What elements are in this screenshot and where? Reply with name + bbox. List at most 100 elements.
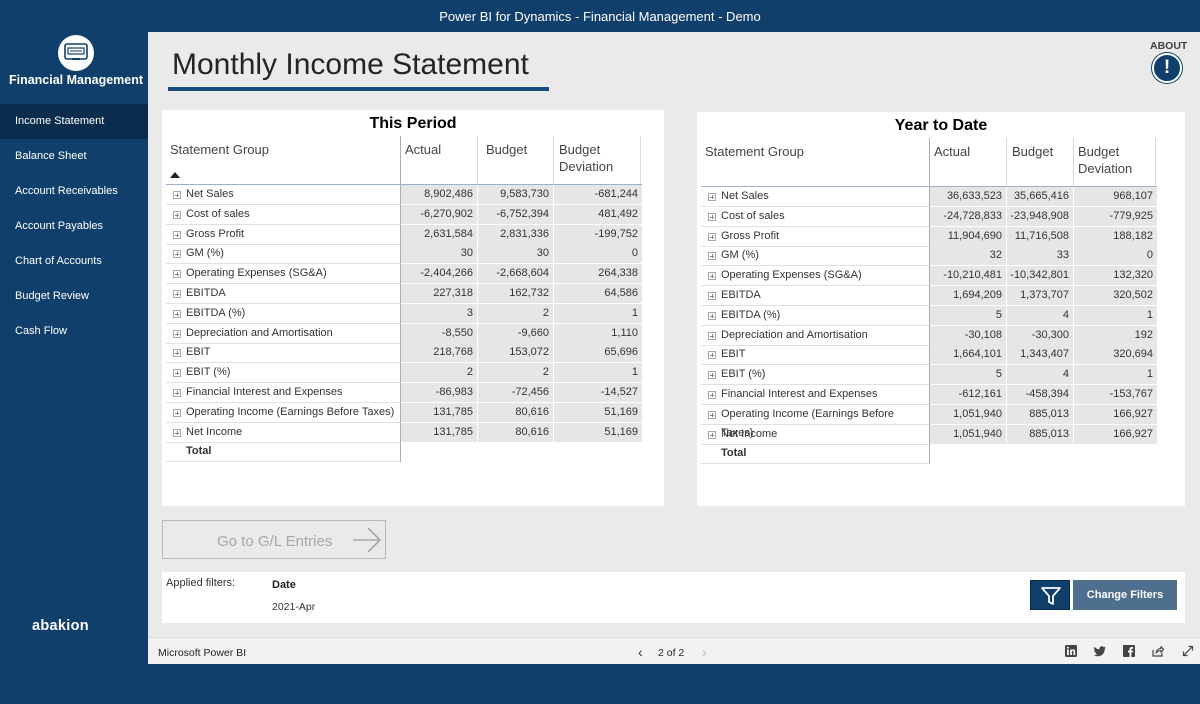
cell-budget: -9,660 [478,323,553,343]
table-row[interactable]: EBIT 1,664,101 1,343,407 320,694 [701,345,1157,366]
cell-actual: -2,404,266 [401,264,477,284]
cell-actual: 2,631,584 [401,224,477,244]
table-row[interactable]: Depreciation and Amortisation -30,108 -30,… [701,325,1157,346]
cell-budget: 4 [1007,365,1073,385]
table-row[interactable]: EBIT (%) 2 2 1 [166,363,642,384]
table-row[interactable]: Operating Income (Earnings Before Taxes)… [701,404,1157,439]
sidebar-nav: Income Statement Balance Sheet Account R… [0,104,148,349]
table-row[interactable]: EBITDA (%) 5 4 1 [701,305,1157,326]
goto-gl-entries-button[interactable]: Go to G/L Entries [162,520,386,559]
table-row[interactable]: Operating Income (Earnings Before Taxes)… [166,402,642,423]
table-row[interactable]: Financial Interest and Expenses -612,161-… [701,385,1157,405]
table-row[interactable]: EBITDA (%) 3 2 1 [166,303,642,324]
filter-value: 2021-Apr [272,601,316,613]
header-separator [1006,138,1007,186]
cell-budget: 11,716,508 [1007,226,1073,246]
row-label: Cost of sales [721,209,785,222]
this-period-table: This Period Statement Group Actual Budge… [162,110,664,506]
chevron-left-icon[interactable]: ‹ [638,644,643,660]
cell-deviation: 65,696 [554,343,642,363]
row-label: EBITDA (%) [186,306,246,319]
cell-actual: 218,768 [401,343,477,363]
about-label: ABOUT [1150,40,1188,52]
cell-budget: -30,300 [1007,325,1073,345]
row-label: Financial Interest and Expenses [186,386,343,398]
cell-actual: -612,161 [930,385,1006,404]
change-filters-button[interactable]: Change Filters [1073,580,1177,610]
linkedin-icon[interactable] [1065,645,1077,657]
sidebar-item-account-receivables[interactable]: Account Receivables [0,174,148,209]
sort-ascending-icon[interactable] [170,172,180,178]
power-bi-link[interactable]: Microsoft Power BI [158,647,246,659]
column-header-statement-group[interactable]: Statement Group [705,143,804,160]
table-row[interactable]: GM (%) 32 33 0 [701,246,1157,267]
cell-budget: 1,343,407 [1007,345,1073,365]
table-row[interactable]: Financial Interest and Expenses -86,983 -7… [166,383,642,403]
table-row[interactable]: EBIT 218,768 153,072 65,696 [166,343,642,364]
twitter-icon[interactable] [1094,645,1106,657]
table-row[interactable]: Cost of sales -6,270,902 -6,752,394 481,492 [166,204,642,225]
table-row[interactable]: EBITDA 227,318 162,732 64,586 [166,284,642,304]
sidebar: Financial Management Income Statement Ba… [0,32,148,664]
sidebar-item-balance-sheet[interactable]: Balance Sheet [0,139,148,174]
table-row[interactable]: Net Sales 8,902,486 9,583,730 -681,244 [166,185,642,205]
sidebar-item-chart-of-accounts[interactable]: Chart of Accounts [0,244,148,279]
cell-actual: 5 [930,305,1006,325]
cell-deviation: 968,107 [1074,187,1157,206]
header-separator [553,136,554,184]
footer-bar: Microsoft Power BI ‹ 2 of 2 › [148,637,1200,664]
cell-budget: 4 [1007,305,1073,325]
cell-actual: 131,785 [401,422,477,442]
column-header-budget-deviation[interactable]: Budget Deviation [559,141,629,175]
column-header-budget[interactable]: Budget [1012,143,1053,160]
facebook-icon[interactable] [1123,645,1135,657]
cell-budget: 2 [478,303,553,323]
row-divider [701,463,929,465]
ytd-title: Year to Date [894,117,988,134]
share-icon[interactable] [1152,645,1164,657]
about-button[interactable]: ! [1152,53,1182,83]
arrow-right-icon [353,527,382,553]
column-header-budget-deviation[interactable]: Budget Deviation [1078,143,1148,177]
table-row[interactable]: Net Income 131,785 80,616 51,169 [166,422,642,443]
table-row[interactable]: GM (%) 30 30 0 [166,244,642,265]
applied-filters-panel: Applied filters: Date 2021-Apr Change Fi… [162,572,1185,623]
column-header-budget[interactable]: Budget [486,141,527,158]
row-label: EBIT (%) [186,366,231,379]
row-label: EBITDA [721,289,761,301]
table-row[interactable]: Operating Expenses (SG&A) -2,404,266 -2,66… [166,264,642,285]
column-header-actual[interactable]: Actual [934,143,970,160]
chevron-right-icon[interactable]: › [702,644,707,660]
cell-deviation: -681,244 [554,185,642,204]
goto-gl-entries-label: Go to G/L Entries [217,533,333,550]
fullscreen-icon[interactable] [1182,645,1194,657]
cell-actual: 8,902,486 [401,185,477,204]
page-indicator: 2 of 2 [658,647,685,659]
table-row[interactable]: Operating Expenses (SG&A) -10,210,481 -10,… [701,266,1157,287]
sidebar-item-budget-review[interactable]: Budget Review [0,279,148,314]
funnel-button[interactable] [1030,580,1070,610]
sidebar-item-account-payables[interactable]: Account Payables [0,209,148,244]
row-label: Operating Income (Earnings Before Taxes) [721,407,895,439]
table-row[interactable]: Net Income 1,051,940 885,013 166,927 [701,424,1157,445]
table-total-row[interactable]: Total [166,442,400,463]
cell-budget: -458,394 [1007,385,1073,404]
row-divider [166,461,400,463]
cell-deviation: 0 [554,244,642,264]
cell-deviation: 481,492 [554,204,642,224]
table-row[interactable]: Cost of sales -24,728,833 -23,948,908 -779,… [701,206,1157,227]
table-row[interactable]: Gross Profit 11,904,690 11,716,508 188,182 [701,226,1157,247]
sidebar-item-cash-flow[interactable]: Cash Flow [0,314,148,349]
column-header-statement-group[interactable]: Statement Group [170,141,269,158]
table-row[interactable]: EBIT (%) 5 4 1 [701,365,1157,386]
table-row[interactable]: Net Sales 36,633,523 35,665,416 968,107 [701,187,1157,207]
table-row[interactable]: Gross Profit 2,631,584 2,831,336 -199,752 [166,224,642,245]
table-total-row[interactable]: Total [701,444,929,465]
table-row[interactable]: EBITDA 1,694,209 1,373,707 320,502 [701,286,1157,306]
cell-budget: 80,616 [478,422,553,442]
table-row[interactable]: Depreciation and Amortisation -8,550 -9,66… [166,323,642,344]
row-label: Net Sales [721,190,769,202]
sidebar-item-income-statement[interactable]: Income Statement [0,104,148,139]
column-header-actual[interactable]: Actual [405,141,441,158]
cell-actual: -8,550 [401,323,477,343]
